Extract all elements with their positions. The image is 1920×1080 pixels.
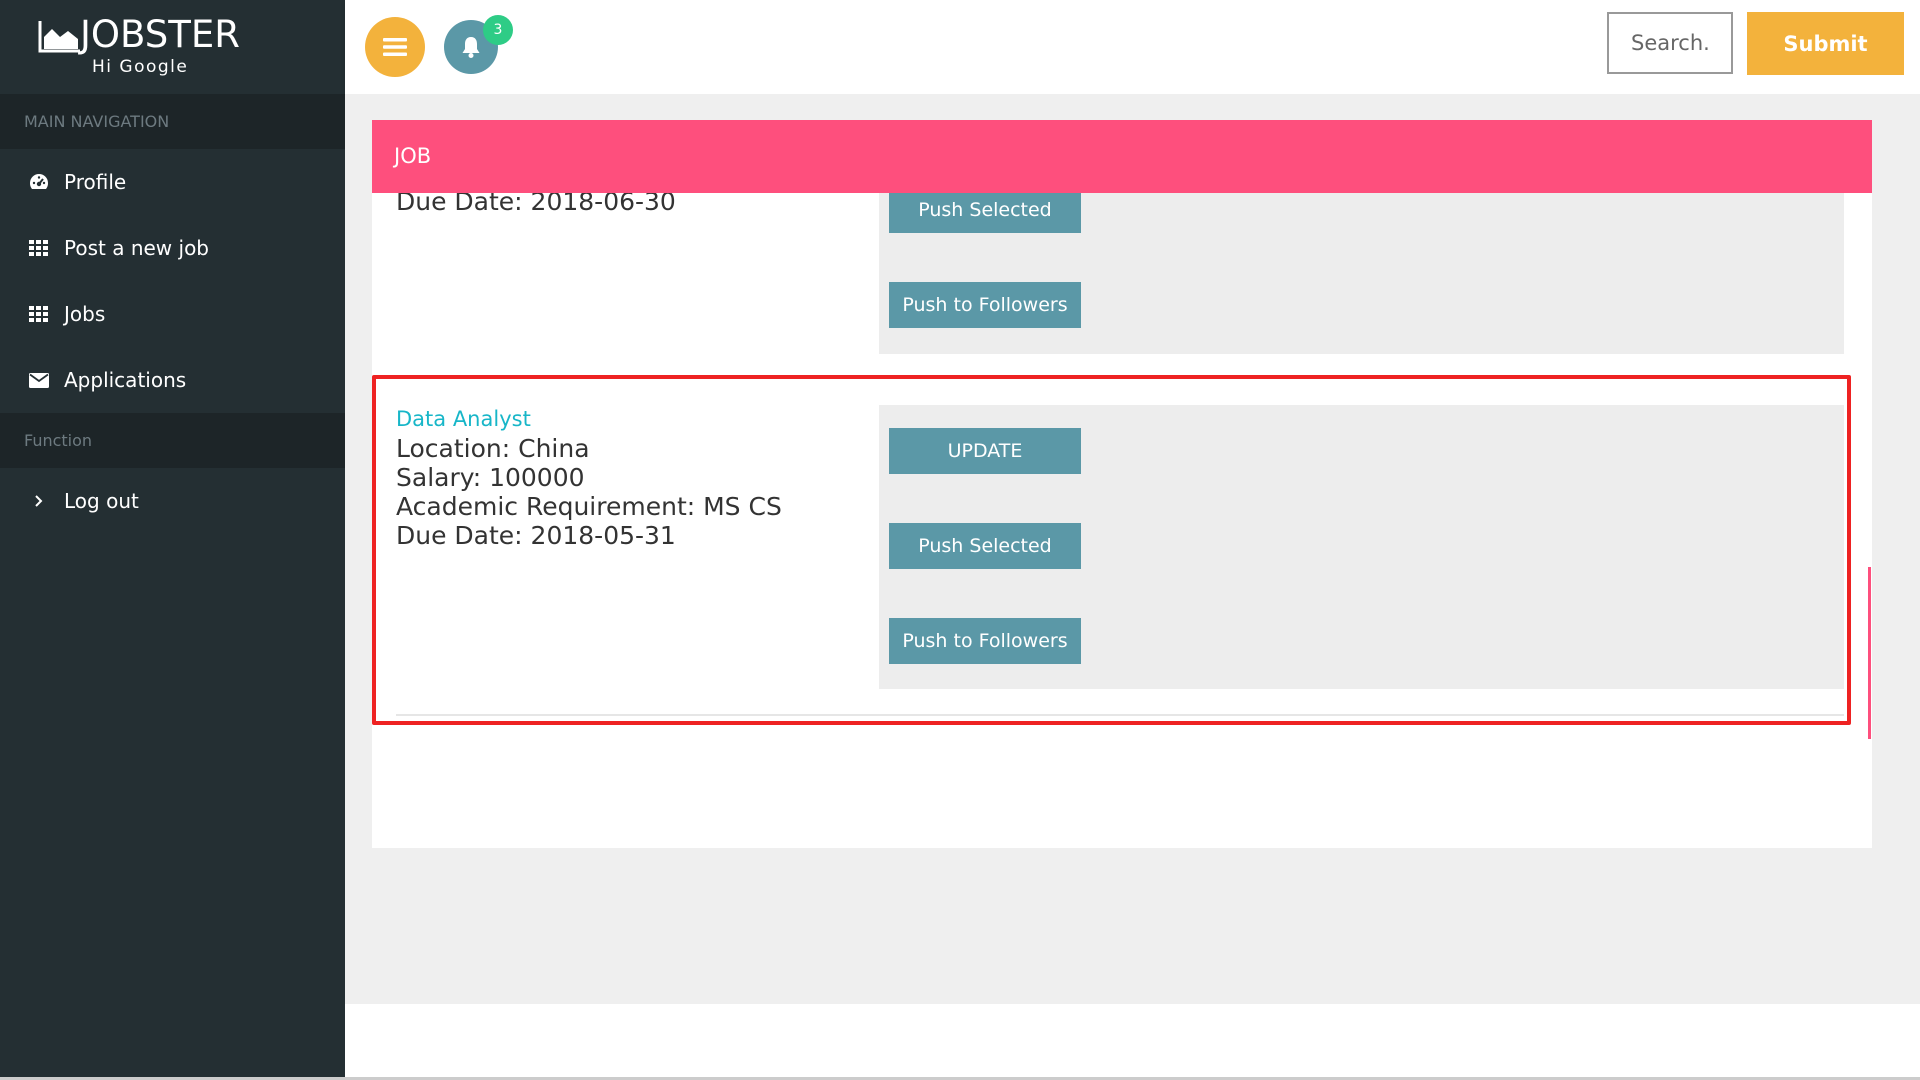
grid-icon xyxy=(28,303,50,325)
push-selected-button[interactable]: Push Selected xyxy=(889,523,1081,569)
job-info: Data Analyst Location: China Salary: 100… xyxy=(396,405,782,550)
job-academic-requirement: Academic Requirement: MS CS xyxy=(396,492,782,521)
update-button[interactable]: UPDATE xyxy=(889,428,1081,474)
job-actions: UPDATE Push Selected Push to Followers xyxy=(879,405,1844,689)
sidebar-item-profile[interactable]: Profile xyxy=(0,149,345,215)
chevron-right-icon xyxy=(28,490,50,512)
chart-logo-icon xyxy=(38,21,80,53)
logo-area: JOBSTER Hi Google xyxy=(0,0,345,94)
sidebar-item-label: Log out xyxy=(64,489,139,513)
sidebar-item-label: Profile xyxy=(64,170,127,194)
sidebar-item-label: Jobs xyxy=(64,302,106,326)
panel-header: JOB xyxy=(372,120,1872,193)
sidebar-item-applications[interactable]: Applications xyxy=(0,347,345,413)
search-input[interactable] xyxy=(1607,12,1733,74)
sidebar: JOBSTER Hi Google MAIN NAVIGATION Profil… xyxy=(0,0,345,1080)
logo-text[interactable]: JOBSTER xyxy=(80,13,240,57)
sidebar-item-post-new-job[interactable]: Post a new job xyxy=(0,215,345,281)
top-header: 3 Submit xyxy=(345,0,1920,94)
sidebar-item-jobs[interactable]: Jobs xyxy=(0,281,345,347)
dashboard-icon xyxy=(28,171,50,193)
sidebar-item-label: Post a new job xyxy=(64,236,209,260)
job-due-date: Due Date: 2018-05-31 xyxy=(396,521,676,550)
menu-toggle-button[interactable] xyxy=(365,17,425,77)
push-to-followers-button[interactable]: Push to Followers xyxy=(889,282,1081,328)
job-divider xyxy=(396,714,1844,716)
job-title-link[interactable]: Data Analyst xyxy=(396,405,782,434)
sidebar-item-logout[interactable]: Log out xyxy=(0,468,345,534)
job-actions: Push Selected Push to Followers xyxy=(879,187,1844,354)
bell-icon xyxy=(462,37,480,58)
job-location: Location: China xyxy=(396,434,590,463)
scroll-indicator xyxy=(1868,567,1871,739)
push-to-followers-button[interactable]: Push to Followers xyxy=(889,618,1081,664)
submit-button[interactable]: Submit xyxy=(1747,12,1904,75)
envelope-icon xyxy=(28,369,50,391)
sidebar-item-label: Applications xyxy=(64,368,187,392)
user-greeting: Hi Google xyxy=(92,57,189,77)
main-navigation-header: MAIN NAVIGATION xyxy=(0,94,345,149)
push-selected-button[interactable]: Push Selected xyxy=(889,187,1081,233)
function-header: Function xyxy=(0,413,345,468)
hamburger-icon xyxy=(383,38,407,56)
notification-count-badge: 3 xyxy=(483,15,513,45)
job-salary: Salary: 100000 xyxy=(396,463,585,492)
grid-icon xyxy=(28,237,50,259)
